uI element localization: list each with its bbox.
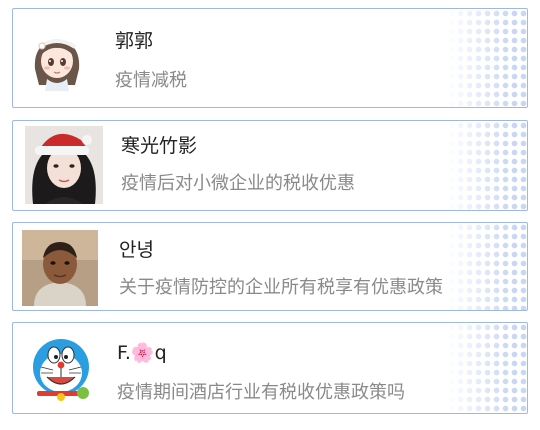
conversation-list: 郭郭 疫情减税 寒光竹影 疫情后对小微企业的税收优惠 안녕 关于疫情防控的企业所… bbox=[0, 0, 540, 430]
conversation-card[interactable]: 안녕 关于疫情防控的企业所有税享有优惠政策 bbox=[12, 222, 528, 311]
last-message: 疫情减税 bbox=[115, 70, 187, 91]
cartoon-girl-avatar-icon bbox=[25, 27, 89, 91]
dot-pattern-decoration bbox=[447, 223, 527, 310]
doraemon-avatar-icon bbox=[25, 333, 97, 405]
conversation-card[interactable]: 寒光竹影 疫情后对小微企业的税收优惠 bbox=[12, 120, 528, 211]
dot-pattern-decoration bbox=[447, 323, 527, 413]
contact-name: F.🌸q bbox=[117, 342, 167, 364]
last-message: 疫情期间酒店行业有税收优惠政策吗 bbox=[117, 382, 405, 403]
dot-pattern-decoration bbox=[447, 9, 527, 107]
contact-name: 郭郭 bbox=[115, 30, 154, 52]
girl-santa-hat-avatar-icon bbox=[25, 126, 103, 204]
last-message: 关于疫情防控的企业所有税享有优惠政策 bbox=[119, 277, 443, 298]
last-message: 疫情后对小微企业的税收优惠 bbox=[121, 173, 355, 194]
conversation-card[interactable]: F.🌸q 疫情期间酒店行业有税收优惠政策吗 bbox=[12, 322, 528, 414]
contact-name: 寒光竹影 bbox=[121, 135, 198, 157]
boy-photo-avatar-icon bbox=[22, 230, 98, 306]
conversation-card[interactable]: 郭郭 疫情减税 bbox=[12, 8, 528, 108]
contact-name: 안녕 bbox=[119, 239, 154, 261]
dot-pattern-decoration bbox=[447, 121, 527, 210]
